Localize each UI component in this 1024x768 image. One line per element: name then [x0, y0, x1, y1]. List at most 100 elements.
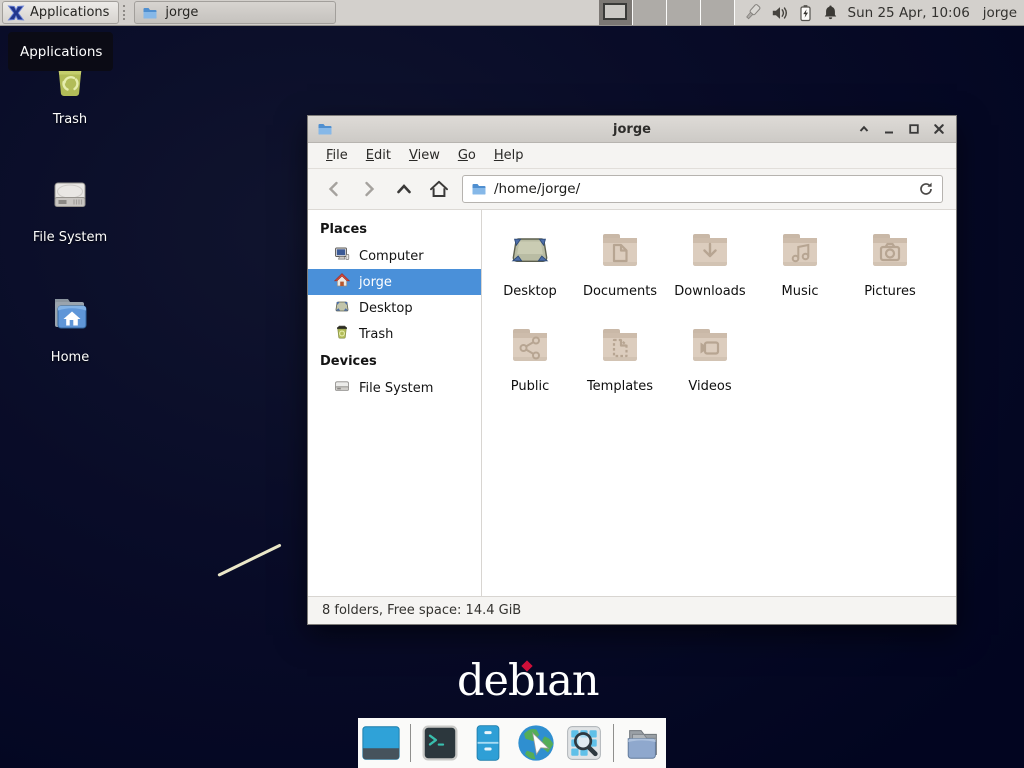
- nav-buttons: [322, 177, 451, 201]
- path-text: /home/jorge/: [494, 181, 580, 197]
- file-item-music[interactable]: Music: [755, 224, 845, 319]
- computer-small-icon: [334, 246, 350, 266]
- dock-terminal-button[interactable]: [419, 722, 461, 764]
- file-item-label: Videos: [688, 379, 731, 394]
- applications-menu-button[interactable]: Applications: [2, 1, 119, 24]
- status-text: 8 folders, Free space: 14.4 GiB: [322, 603, 521, 618]
- workspace-1[interactable]: [599, 0, 633, 25]
- file-item-label: Downloads: [674, 284, 745, 299]
- folder-camera-icon: [866, 226, 914, 278]
- workspace-3[interactable]: [667, 0, 701, 25]
- file-item-templates[interactable]: Templates: [575, 319, 665, 414]
- window-controls: [856, 121, 947, 137]
- sidebar-header-places: Places: [308, 215, 481, 243]
- applications-tooltip-text: Applications: [20, 44, 102, 60]
- dock-separator: [410, 724, 411, 762]
- clock[interactable]: Sun 25 Apr, 10:06: [848, 5, 970, 21]
- back-button[interactable]: [322, 177, 346, 201]
- file-view[interactable]: Desktop Documents Downloads Music Pictures Pu…: [482, 210, 956, 596]
- desktop-icon-label: File System: [33, 230, 107, 245]
- folder-icon: [142, 5, 158, 21]
- folder-document-icon: [596, 226, 644, 278]
- session-user-label[interactable]: jorge: [983, 5, 1017, 21]
- sidebar-item-jorge[interactable]: jorge: [308, 269, 481, 295]
- desktop-icon-file-system[interactable]: File System: [22, 170, 118, 245]
- system-tray: [742, 3, 839, 23]
- sidebar-item-file-system[interactable]: File System: [308, 375, 481, 401]
- home-button[interactable]: [427, 177, 451, 201]
- close-button[interactable]: [931, 121, 947, 137]
- sidebar-item-label: jorge: [359, 275, 392, 290]
- dock-show-desktop-button[interactable]: [360, 722, 402, 764]
- workspace-4[interactable]: [701, 0, 735, 25]
- sidebar-item-desktop[interactable]: Desktop: [308, 295, 481, 321]
- home-large-icon: [46, 290, 94, 342]
- dock-panel: [358, 718, 666, 768]
- sidebar-item-trash[interactable]: Trash: [308, 321, 481, 347]
- folder-template-icon: [596, 321, 644, 373]
- sidebar-item-label: Desktop: [359, 301, 413, 316]
- status-bar: 8 folders, Free space: 14.4 GiB: [308, 596, 956, 624]
- sidebar-header-devices: Devices: [308, 347, 481, 375]
- toolbar: /home/jorge/: [308, 169, 956, 210]
- sidebar-item-label: Trash: [359, 327, 393, 342]
- menu-bar: FileEditViewGoHelp: [308, 143, 956, 169]
- dock-separator: [613, 724, 614, 762]
- dock-directory-menu-button[interactable]: [622, 722, 664, 764]
- workspace-window-thumb: [603, 3, 627, 20]
- stylus-icon[interactable]: [742, 3, 762, 23]
- reload-button[interactable]: [918, 181, 934, 197]
- menu-help[interactable]: Help: [485, 145, 533, 166]
- file-item-label: Music: [782, 284, 819, 299]
- menu-edit[interactable]: Edit: [357, 145, 400, 166]
- applications-menu-label: Applications: [30, 5, 109, 20]
- taskbar-window-button[interactable]: jorge: [134, 1, 336, 24]
- trash-small-icon: [334, 324, 350, 344]
- file-manager-window: jorge FileEditViewGoHelp /home/jorge/ Pl…: [307, 115, 957, 625]
- desktop-root: Applications jorge Sun 25 Apr, 10:06 jor…: [0, 0, 1024, 768]
- file-item-pictures[interactable]: Pictures: [845, 224, 935, 319]
- menu-file[interactable]: File: [317, 145, 357, 166]
- sidebar-item-label: Computer: [359, 249, 424, 264]
- window-titlebar[interactable]: jorge: [308, 116, 956, 143]
- menu-view[interactable]: View: [400, 145, 449, 166]
- panel-handle[interactable]: [123, 5, 130, 20]
- sidebar-item-computer[interactable]: Computer: [308, 243, 481, 269]
- file-item-videos[interactable]: Videos: [665, 319, 755, 414]
- desktop-small-icon: [334, 298, 350, 318]
- file-item-downloads[interactable]: Downloads: [665, 224, 755, 319]
- taskbar-window-label: jorge: [165, 5, 198, 20]
- file-item-label: Public: [511, 379, 549, 394]
- notifications-bell-icon[interactable]: [822, 4, 839, 21]
- file-item-public[interactable]: Public: [485, 319, 575, 414]
- dock-file-manager-button[interactable]: [467, 722, 509, 764]
- sidebar: Places Computer jorge Desktop Trash DevicesFi…: [308, 210, 482, 596]
- file-item-label: Documents: [583, 284, 657, 299]
- folder-music-icon: [776, 226, 824, 278]
- drive-small-icon: [334, 378, 350, 398]
- desktop-pad-icon: [506, 226, 554, 278]
- desktop-icon-home[interactable]: Home: [22, 290, 118, 365]
- minimize-button[interactable]: [881, 121, 897, 137]
- location-bar[interactable]: /home/jorge/: [462, 175, 943, 203]
- applications-tooltip: Applications: [8, 32, 113, 71]
- workspace-2[interactable]: [633, 0, 667, 25]
- menu-go[interactable]: Go: [449, 145, 485, 166]
- dock-app-finder-button[interactable]: [563, 722, 605, 764]
- battery-charging-icon[interactable]: [798, 4, 813, 22]
- folder-share-icon: [506, 321, 554, 373]
- forward-button[interactable]: [357, 177, 381, 201]
- maximize-button[interactable]: [906, 121, 922, 137]
- shade-button[interactable]: [856, 121, 872, 137]
- debian-logo: debıan: [457, 656, 599, 706]
- folder-download-icon: [686, 226, 734, 278]
- desktop-icon-label: Trash: [53, 112, 87, 127]
- top-panel: Applications jorge Sun 25 Apr, 10:06 jor…: [0, 0, 1024, 26]
- volume-icon[interactable]: [771, 4, 789, 22]
- up-button[interactable]: [392, 177, 416, 201]
- home-small-icon: [334, 272, 350, 292]
- file-item-desktop[interactable]: Desktop: [485, 224, 575, 319]
- file-item-documents[interactable]: Documents: [575, 224, 665, 319]
- dock-web-browser-button[interactable]: [515, 722, 557, 764]
- xfce-logo-icon: [7, 4, 25, 22]
